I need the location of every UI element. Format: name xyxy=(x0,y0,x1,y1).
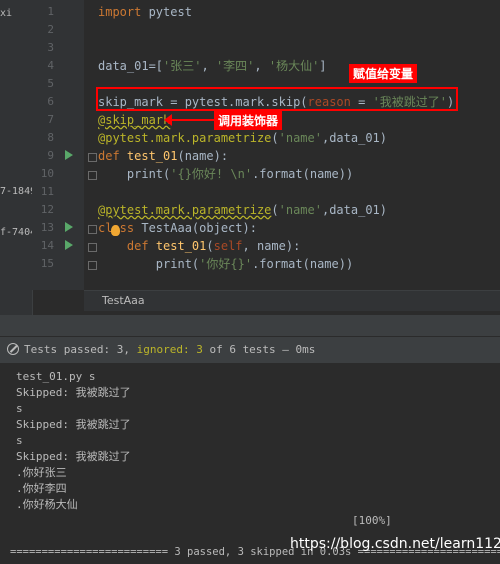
code-line: @pytest.mark.parametrize('name',data_01) xyxy=(98,131,388,145)
panel-splitter[interactable] xyxy=(0,315,500,336)
line-number: 1 xyxy=(47,5,54,18)
console-line: Skipped: 我被跳过了 xyxy=(16,418,131,431)
code-line: def test_01(name): xyxy=(98,149,229,163)
arrow-left-icon xyxy=(164,114,214,126)
breadcrumb-item[interactable]: TestAaa xyxy=(102,294,145,307)
line-number: 6 xyxy=(47,95,54,108)
run-test-icon[interactable] xyxy=(65,222,73,232)
run-test-icon[interactable] xyxy=(65,150,73,160)
line-number: 8 xyxy=(47,131,54,144)
console-line: s xyxy=(16,434,23,447)
console-line: test_01.py s xyxy=(16,370,96,383)
console-line: Skipped: 我被跳过了 xyxy=(16,450,131,463)
code-editor[interactable]: import pytest data_01=['张三', '李四', '杨大仙'… xyxy=(84,0,500,290)
annotation-label-assign: 赋值给变量 xyxy=(349,64,418,83)
code-line: print('你好{}'.format(name)) xyxy=(98,257,354,271)
console-line: s xyxy=(16,402,23,415)
annotation-label-decorator: 调用装饰器 xyxy=(214,111,283,130)
code-line: import pytest xyxy=(98,5,192,19)
run-test-icon[interactable] xyxy=(65,240,73,250)
code-line: def test_01(self, name): xyxy=(126,239,301,253)
project-fragment: 7-1849 xyxy=(0,186,37,197)
line-number: 4 xyxy=(47,59,54,72)
lightbulb-icon[interactable] xyxy=(111,225,120,236)
console-line: [100%] xyxy=(352,514,392,527)
line-number: 11 xyxy=(40,185,54,198)
line-number: 10 xyxy=(40,167,54,180)
code-line: class TestAaa(object): xyxy=(98,221,257,235)
editor-gutter: 1 2 3 4 5 6 7 8 9 10 11 12 13 14 15 xyxy=(32,0,97,290)
breadcrumb[interactable]: TestAaa xyxy=(84,290,500,311)
project-fragment: xi xyxy=(0,8,13,19)
code-line: @skip_mark xyxy=(98,113,171,127)
console-output[interactable]: test_01.py s Skipped: 我被跳过了 s Skipped: 我… xyxy=(0,363,500,564)
console-line: .你好杨大仙 xyxy=(16,498,78,511)
code-line: data_01=['张三', '李四', '杨大仙'] xyxy=(98,59,327,73)
project-fragment: f-7404 xyxy=(0,227,37,238)
test-status-bar: Tests passed: 3, ignored: 3 of 6 tests –… xyxy=(0,336,500,364)
console-line: .你好张三 xyxy=(16,466,67,479)
line-number: 13 xyxy=(40,221,54,234)
test-status-text: Tests passed: 3, ignored: 3 of 6 tests –… xyxy=(24,343,316,356)
no-entry-icon xyxy=(7,343,19,355)
code-line: @pytest.mark.parametrize('name',data_01) xyxy=(98,203,388,217)
code-line: print('{}你好! \n'.format(name)) xyxy=(98,167,354,181)
line-number: 14 xyxy=(40,239,54,252)
line-number: 15 xyxy=(40,257,54,270)
console-line: .你好李四 xyxy=(16,482,67,495)
line-number: 9 xyxy=(47,149,54,162)
line-number: 2 xyxy=(47,23,54,36)
watermark: https://blog.csdn.net/learn112 xyxy=(290,536,500,552)
line-number: 5 xyxy=(47,77,54,90)
line-number: 7 xyxy=(47,113,54,126)
console-line: Skipped: 我被跳过了 xyxy=(16,386,131,399)
project-panel-strip: xi 7-1849 f-7404 xyxy=(0,0,37,315)
highlight-box xyxy=(96,87,458,111)
line-number: 3 xyxy=(47,41,54,54)
line-number: 12 xyxy=(40,203,54,216)
